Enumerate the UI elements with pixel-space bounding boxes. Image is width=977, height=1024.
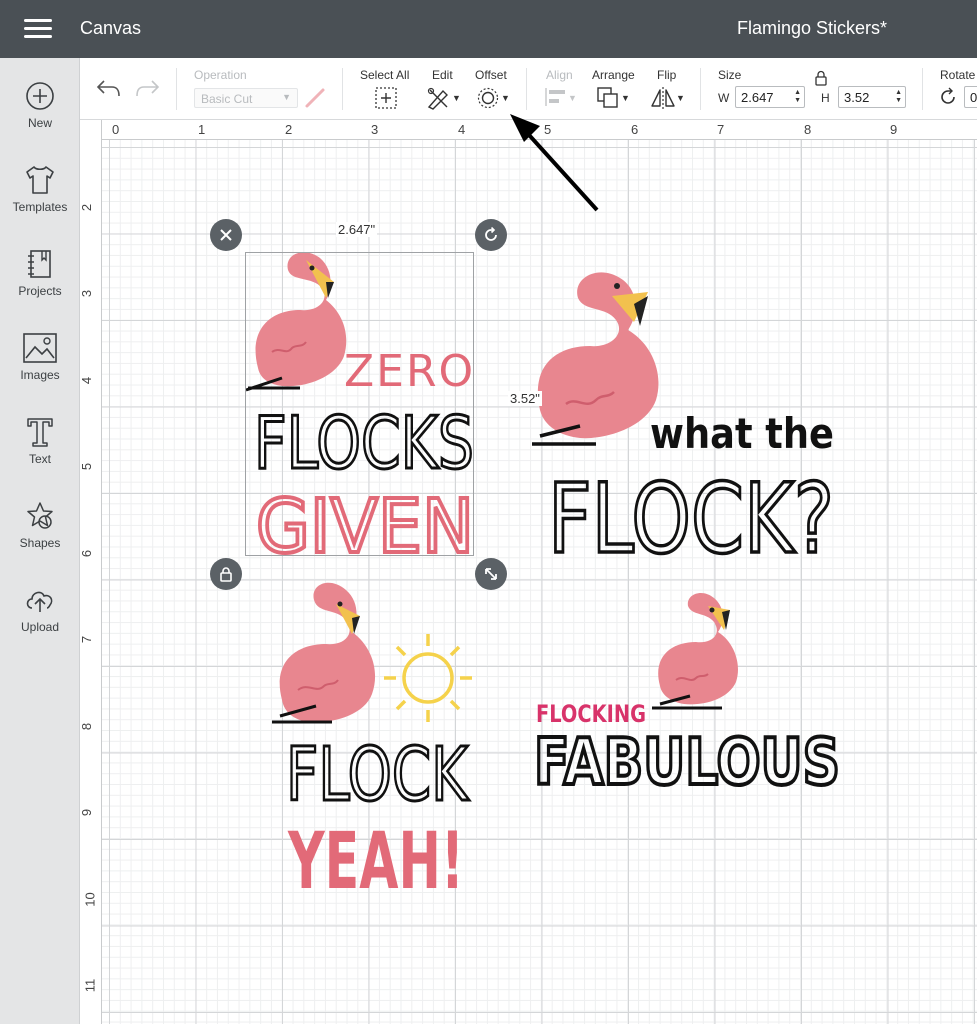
design-text: what the [650, 409, 834, 458]
designs-layer: ZERO FLOCKS GIVEN what the FLOCK? FLOCK … [245, 114, 842, 907]
resize-handle[interactable] [475, 558, 507, 590]
design-flock-yeah[interactable]: FLOCK YEAH! [272, 582, 472, 907]
flamingo-graphic [658, 592, 738, 705]
design-what-the-flock[interactable]: what the FLOCK? [532, 272, 836, 577]
lock-icon [220, 567, 232, 582]
delete-handle[interactable] [210, 219, 242, 251]
resize-icon [485, 568, 497, 580]
sun-graphic [384, 634, 472, 722]
flamingo-graphic [537, 272, 659, 439]
flamingo-graphic [279, 582, 376, 723]
design-flocking-fabulous[interactable]: FLOCKING FABULOUS [532, 592, 842, 802]
rotate-handle[interactable] [475, 219, 507, 251]
design-text: FABULOUS [534, 726, 840, 800]
selection-width-label: 2.647" [336, 222, 378, 237]
design-text: FLOCK? [548, 463, 834, 575]
rotate-icon [485, 227, 497, 241]
selection-bounding-box[interactable] [245, 252, 474, 556]
selection-height-label: 3.52" [508, 391, 542, 406]
design-text: FLOCKING [536, 700, 646, 728]
arrow-annotation [510, 114, 599, 212]
close-icon [220, 229, 232, 241]
design-text: FLOCK [286, 732, 470, 818]
lock-handle[interactable] [210, 558, 242, 590]
design-text: YEAH! [287, 817, 464, 907]
